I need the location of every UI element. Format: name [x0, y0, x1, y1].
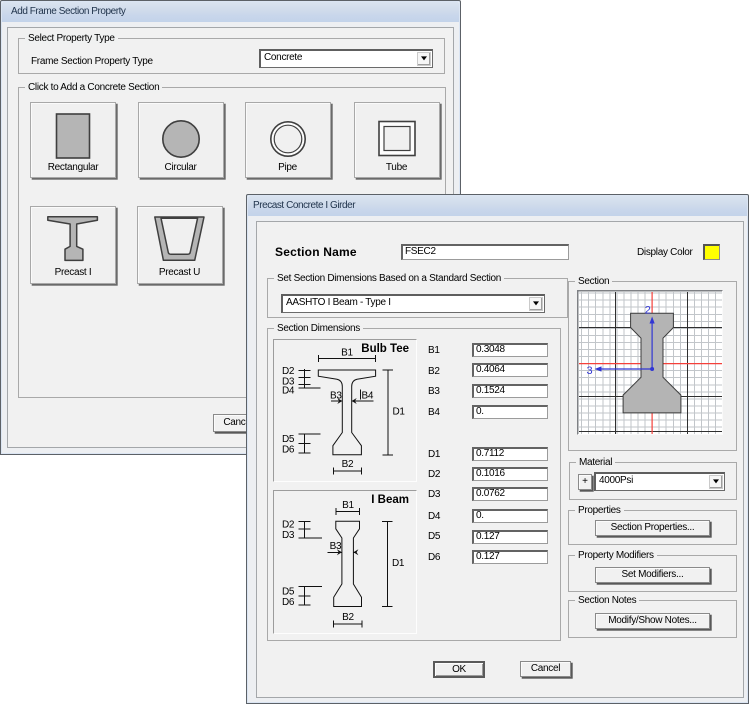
svg-text:D1: D1 — [393, 407, 406, 418]
svg-text:D5: D5 — [282, 434, 295, 445]
svg-text:B3: B3 — [330, 391, 342, 402]
svg-text:D1: D1 — [392, 558, 405, 569]
svg-text:D6: D6 — [282, 597, 295, 608]
svg-text:D2: D2 — [282, 519, 295, 530]
svg-text:2: 2 — [645, 305, 651, 317]
svg-text:Bulb Tee: Bulb Tee — [361, 343, 409, 355]
svg-text:B2: B2 — [342, 612, 354, 623]
svg-text:B1: B1 — [341, 348, 353, 359]
svg-text:D6: D6 — [282, 445, 295, 456]
svg-text:B3: B3 — [330, 541, 342, 552]
svg-text:I Beam: I Beam — [371, 494, 409, 506]
svg-text:B4: B4 — [362, 391, 374, 402]
svg-text:B1: B1 — [342, 500, 354, 511]
svg-text:D4: D4 — [282, 386, 295, 397]
svg-text:D5: D5 — [282, 586, 295, 597]
svg-text:D3: D3 — [282, 530, 295, 541]
svg-text:B2: B2 — [342, 459, 354, 470]
svg-text:3: 3 — [587, 365, 593, 377]
